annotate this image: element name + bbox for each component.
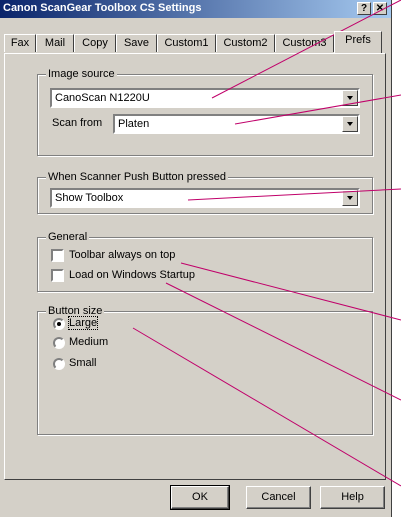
close-icon: ✕ [375,3,385,14]
tab-label: Custom1 [164,37,209,49]
prefs-panel: Image source CanoScan N1220U Scan from P… [4,53,386,480]
help-icon: ? [360,3,368,14]
tab-label: Custom2 [223,37,268,49]
tab-fax[interactable]: Fax [4,34,36,52]
settings-dialog: Canon ScanGear Toolbox CS Settings ? ✕ F… [0,0,392,517]
tab-label: Prefs [345,34,371,46]
size-medium-label[interactable]: Medium [69,336,108,348]
image-source-legend: Image source [46,68,117,80]
scan-from-label: Scan from [52,117,103,129]
window-title: Canon ScanGear Toolbox CS Settings [3,2,202,14]
scanner-select[interactable]: CanoScan N1220U [50,88,360,108]
push-button-legend: When Scanner Push Button pressed [46,171,228,183]
toolbar-on-top-checkbox[interactable] [51,249,64,262]
toolbar-on-top-label[interactable]: Toolbar always on top [69,249,175,261]
scanner-value: CanoScan N1220U [55,92,150,104]
cancel-button[interactable]: Cancel [246,486,311,509]
button-size-legend: Button size [46,305,105,317]
close-button[interactable]: ✕ [373,2,387,15]
tab-label: Copy [82,37,108,49]
size-small-label[interactable]: Small [69,357,97,369]
chevron-down-icon[interactable] [342,116,358,132]
general-legend: General [46,231,90,243]
size-medium-radio[interactable] [53,337,65,349]
general-group: General Toolbar always on top Load on Wi… [37,231,373,292]
tab-label: Mail [44,37,66,49]
scan-from-value: Platen [118,118,150,130]
image-source-group: Image source CanoScan N1220U Scan from P… [37,68,373,156]
title-bar[interactable]: Canon ScanGear Toolbox CS Settings ? ✕ [0,0,391,18]
tab-label: Save [123,37,150,49]
load-on-startup-label[interactable]: Load on Windows Startup [69,269,195,281]
tab-save[interactable]: Save [116,34,157,52]
button-size-group: Button size Large Medium Small [37,305,373,435]
chevron-down-icon[interactable] [342,190,358,206]
size-large-label[interactable]: Large [67,316,99,330]
tab-copy[interactable]: Copy [74,34,116,52]
ok-button[interactable]: OK [170,485,230,510]
tab-prefs[interactable]: Prefs [334,31,382,53]
size-large-radio[interactable] [53,318,65,330]
tab-custom1[interactable]: Custom1 [157,34,216,52]
tab-mail[interactable]: Mail [36,34,74,52]
scan-from-select[interactable]: Platen [113,114,360,134]
help-button[interactable]: Help [320,486,385,509]
push-button-select[interactable]: Show Toolbox [50,188,360,208]
tab-label: Fax [10,37,30,49]
tab-custom2[interactable]: Custom2 [216,34,275,52]
chevron-down-icon[interactable] [342,90,358,106]
tab-label: Custom3 [282,37,327,49]
push-button-value: Show Toolbox [55,192,124,204]
tab-custom3[interactable]: Custom3 [275,34,334,52]
help-title-button[interactable]: ? [357,2,371,15]
load-on-startup-checkbox[interactable] [51,269,64,282]
size-small-radio[interactable] [53,358,65,370]
push-button-group: When Scanner Push Button pressed Show To… [37,171,373,214]
